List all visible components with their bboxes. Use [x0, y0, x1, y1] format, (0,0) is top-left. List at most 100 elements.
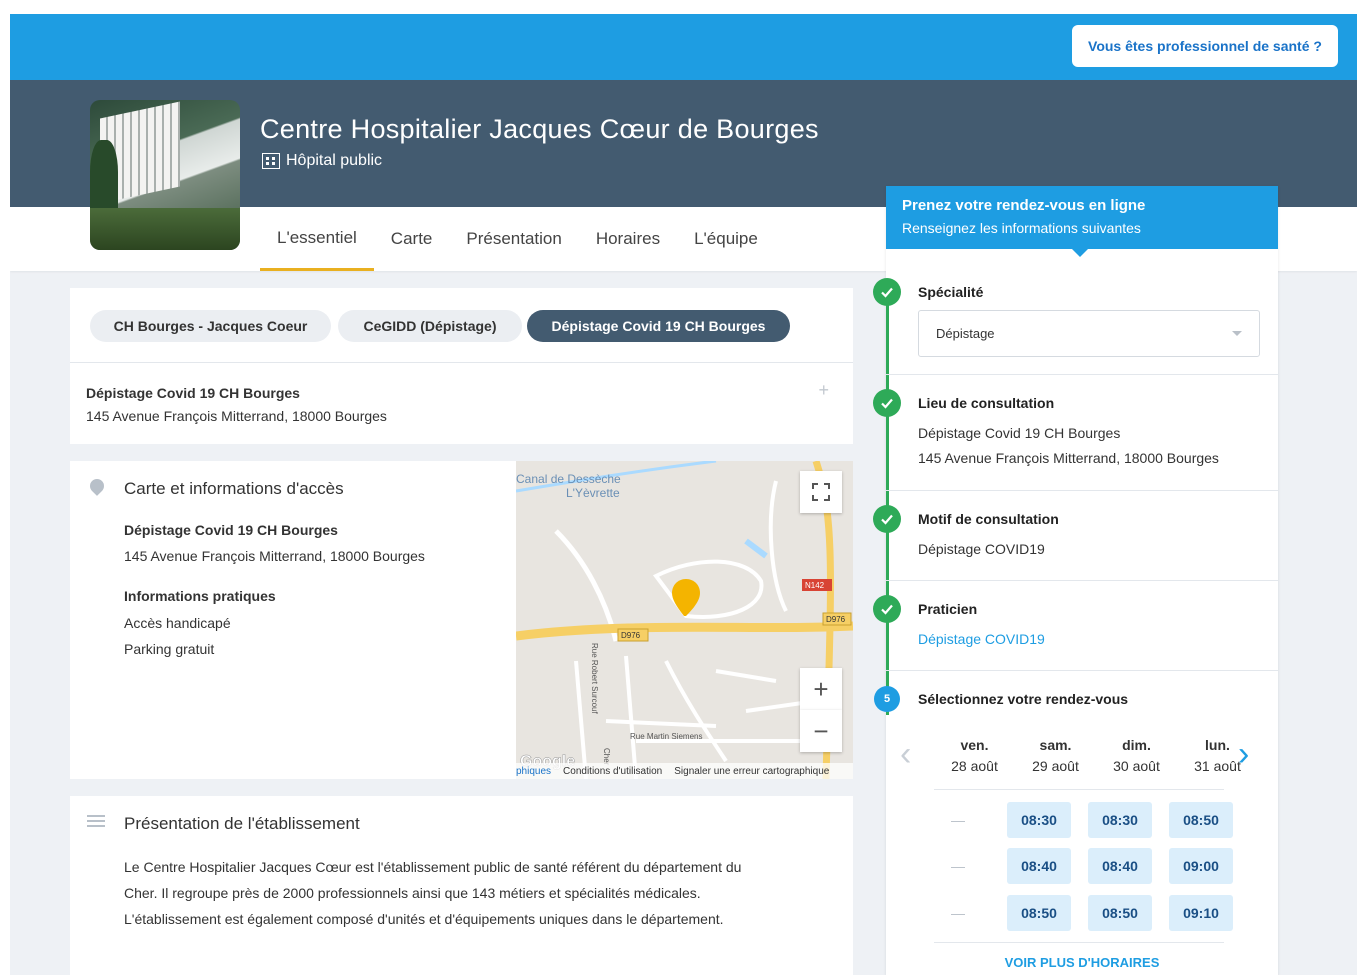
tab-presentation[interactable]: Présentation [449, 207, 578, 271]
time-slot[interactable]: 08:50 [1007, 895, 1071, 931]
divider [886, 374, 1278, 375]
tab-carte[interactable]: Carte [374, 207, 450, 271]
locations-card: CH Bourges - Jacques Coeur CeGIDD (Dépis… [70, 288, 853, 444]
tab-equipe[interactable]: L'équipe [677, 207, 775, 271]
booking-title: Prenez votre rendez-vous en ligne [902, 197, 1146, 214]
step-reason-value: Dépistage COVID19 [918, 541, 1045, 557]
divider [886, 670, 1278, 671]
step-location-label: Lieu de consultation [918, 395, 1055, 411]
access-location-name: Dépistage Covid 19 CH Bourges [124, 522, 338, 538]
map-label: D976 [826, 615, 846, 624]
access-card: Carte et informations d'accès Dépistage … [70, 461, 853, 779]
divider [886, 580, 1278, 581]
chevron-down-icon [1232, 331, 1242, 336]
step-location-name: Dépistage Covid 19 CH Bourges [918, 425, 1121, 441]
time-slot[interactable]: 08:40 [1007, 848, 1071, 884]
divider [886, 490, 1278, 491]
tab-horaires[interactable]: Horaires [579, 207, 677, 271]
chevron-left-icon[interactable]: ‹ [900, 737, 911, 771]
step-select-label: Sélectionnez votre rendez-vous [918, 691, 1129, 707]
building-icon [262, 153, 280, 169]
time-slot[interactable]: 08:30 [1007, 802, 1071, 838]
no-slot: — [951, 812, 965, 828]
map-label: L'Yèvrette [566, 486, 620, 500]
divider [934, 942, 1224, 943]
map-terms-link[interactable]: Conditions d'utilisation [563, 766, 662, 777]
day-column-header: dim. 30 août [1113, 737, 1160, 774]
step-practitioner-label: Praticien [918, 601, 978, 617]
selected-location-name: Dépistage Covid 19 CH Bourges [86, 385, 300, 401]
time-slot[interactable]: 08:40 [1088, 848, 1152, 884]
day-column-header: sam. 29 août [1032, 737, 1079, 774]
check-icon [873, 595, 901, 623]
top-bar: Vous êtes professionnel de santé ? [10, 14, 1357, 80]
zoom-in-button[interactable]: + [800, 668, 842, 710]
check-icon [873, 278, 901, 306]
map-label: Canal de Dessèche [516, 472, 621, 486]
location-chip-covid[interactable]: Dépistage Covid 19 CH Bourges [527, 310, 790, 342]
presentation-line: Le Centre Hospitalier Jacques Cœur est l… [124, 859, 742, 875]
time-slot[interactable]: 09:10 [1169, 895, 1233, 931]
hospital-photo [90, 100, 240, 250]
map-label: Rue Robert Surcouf [590, 643, 599, 714]
location-chip-ch-bourges[interactable]: CH Bourges - Jacques Coeur [90, 310, 331, 342]
expand-icon[interactable]: + [818, 380, 829, 401]
day-column-header: lun. 31 août [1194, 737, 1241, 774]
practical-info-title: Informations pratiques [124, 588, 276, 604]
map-label: D976 [621, 631, 641, 640]
tab-essentiel[interactable]: L'essentiel [260, 207, 374, 271]
page-title: Centre Hospitalier Jacques Cœur de Bourg… [260, 114, 819, 144]
map-pin-icon [87, 476, 107, 496]
progress-line [886, 291, 889, 715]
time-slot[interactable]: 08:50 [1169, 802, 1233, 838]
specialty-select-value: Dépistage [936, 326, 995, 341]
map-report-link[interactable]: Signaler une erreur cartographique [674, 766, 829, 777]
facility-type: Hôpital public [262, 152, 382, 170]
days-header: ven. 28 août sam. 29 août dim. 30 août lun.… [934, 735, 1258, 775]
presentation-line: Cher. Il regroupe près de 2000 professio… [124, 885, 701, 901]
map-label: N142 [805, 581, 825, 590]
booking-widget: Prenez votre rendez-vous en ligne Rensei… [873, 186, 1278, 975]
specialty-select[interactable]: Dépistage [918, 310, 1260, 357]
practical-info-item: Accès handicapé [124, 615, 231, 631]
step-location-address: 145 Avenue François Mitterrand, 18000 Bo… [918, 450, 1219, 466]
check-icon [873, 389, 901, 417]
map-label: Rue Martin Siemens [630, 732, 702, 741]
booking-header: Prenez votre rendez-vous en ligne Rensei… [886, 186, 1278, 257]
text-lines-icon [87, 815, 105, 827]
health-professional-button[interactable]: Vous êtes professionnel de santé ? [1072, 25, 1338, 67]
access-location-address: 145 Avenue François Mitterrand, 18000 Bo… [124, 548, 425, 564]
presentation-text: Le Centre Hospitalier Jacques Cœur est l… [124, 854, 824, 932]
no-slot: — [951, 858, 965, 874]
page-tabs: L'essentiel Carte Présentation Horaires … [260, 207, 775, 271]
fullscreen-icon [812, 483, 830, 501]
location-chip-cegidd[interactable]: CeGIDD (Dépistage) [338, 310, 522, 342]
booking-subtitle: Renseignez les informations suivantes [902, 220, 1141, 236]
day-column-header: ven. 28 août [951, 737, 998, 774]
map-footer: phiques Conditions d'utilisation Signale… [516, 763, 853, 779]
map[interactable]: Canal de Dessèche L'Yèvrette N142 D976 D… [516, 461, 853, 779]
no-slot: — [951, 905, 965, 921]
fullscreen-button[interactable] [800, 471, 842, 513]
divider [70, 362, 853, 363]
more-times-button[interactable]: VOIR PLUS D'HORAIRES [886, 955, 1278, 970]
selected-location-address: 145 Avenue François Mitterrand, 18000 Bo… [86, 408, 387, 424]
access-title: Carte et informations d'accès [124, 479, 344, 498]
practitioner-link[interactable]: Dépistage COVID19 [918, 631, 1045, 647]
step-specialty-label: Spécialité [918, 284, 984, 300]
time-slot[interactable]: 08:50 [1088, 895, 1152, 931]
step-reason-label: Motif de consultation [918, 511, 1059, 527]
presentation-card: Présentation de l'établissement Le Centr… [70, 796, 853, 975]
time-slot[interactable]: 09:00 [1169, 848, 1233, 884]
facility-type-label: Hôpital public [286, 152, 383, 169]
check-icon [873, 505, 901, 533]
page: Vous êtes professionnel de santé ? Centr… [10, 14, 1357, 975]
presentation-title: Présentation de l'établissement [124, 814, 360, 833]
map-shortcuts-link[interactable]: phiques [516, 766, 551, 777]
time-slot[interactable]: 08:30 [1088, 802, 1152, 838]
zoom-out-button[interactable]: − [800, 710, 842, 752]
practical-info-item: Parking gratuit [124, 641, 215, 657]
presentation-line: L'établissement est également composé d'… [124, 911, 724, 927]
step-number-badge: 5 [874, 686, 900, 712]
divider [934, 789, 1224, 790]
